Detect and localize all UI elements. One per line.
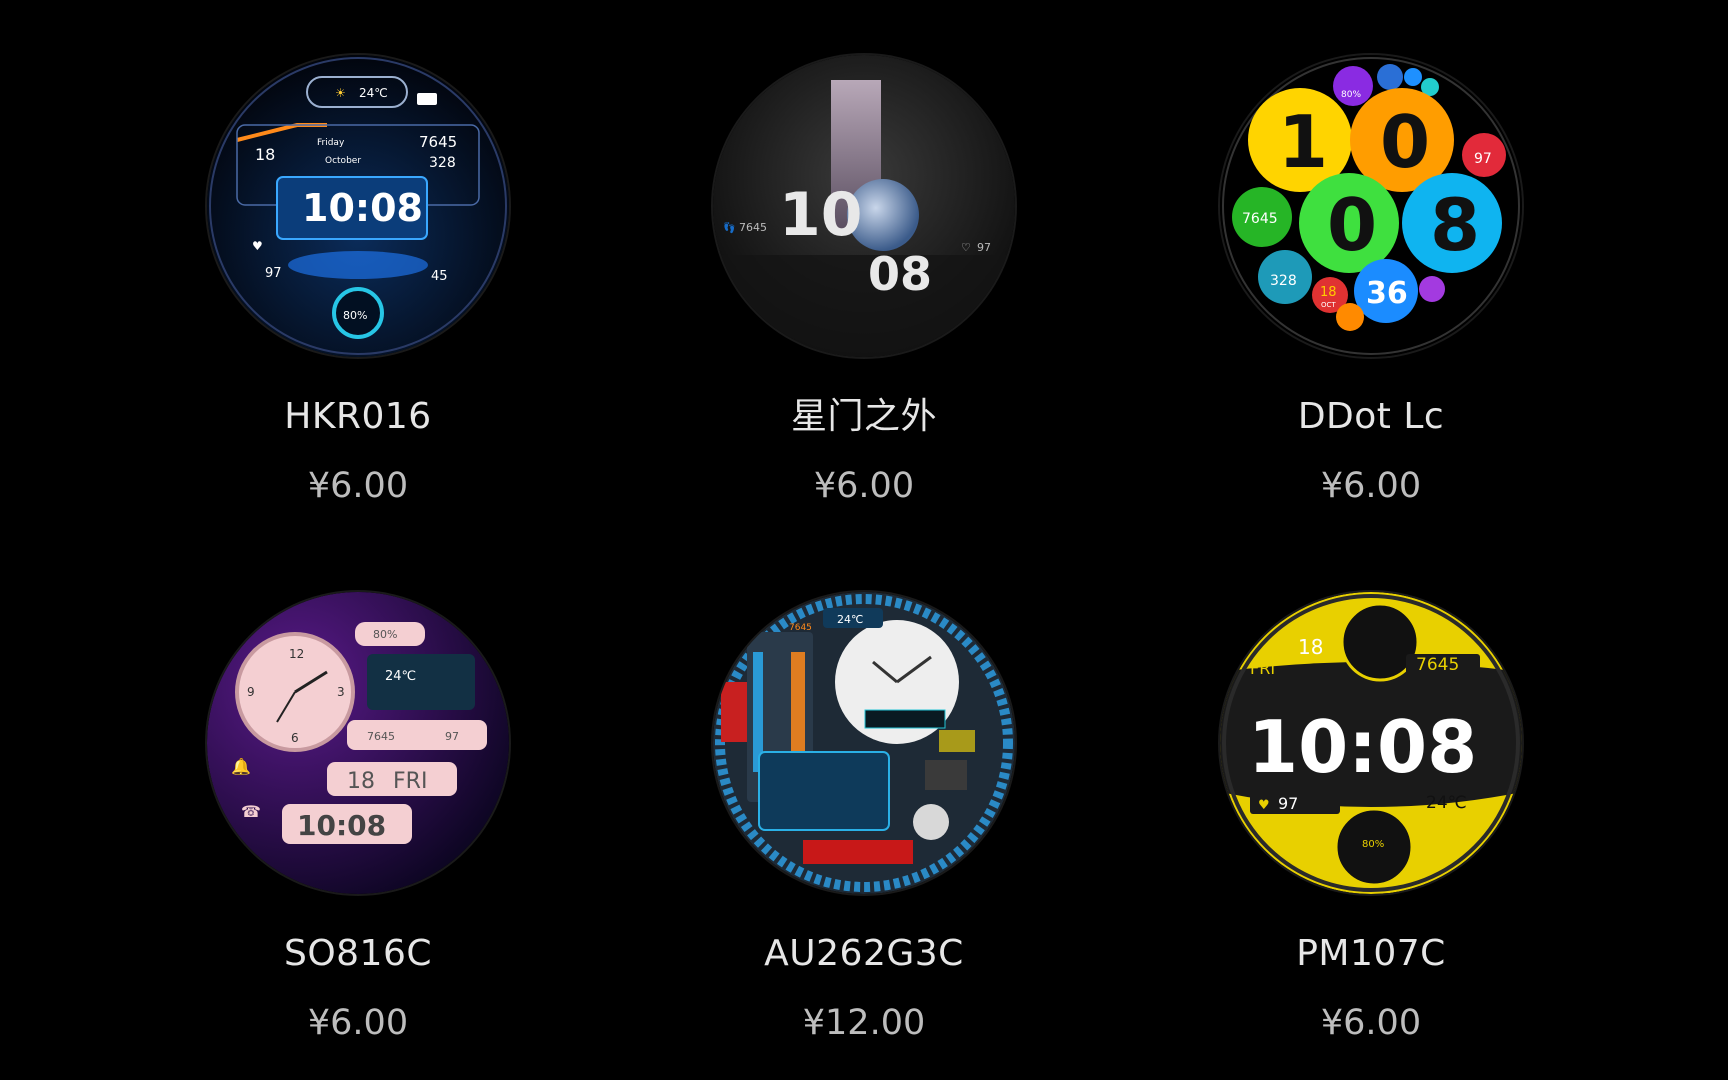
svg-text:7645: 7645	[789, 623, 812, 633]
svg-text:♥: ♥	[252, 239, 263, 253]
svg-text:97: 97	[977, 241, 991, 254]
svg-text:☎: ☎	[241, 802, 261, 821]
watchface-preview[interactable]: 10 08 👣 7645 ♡ 97	[713, 55, 1015, 357]
watchface-card-au262g3c[interactable]: 24℃ 7645 AU262G3C ¥12.00	[654, 592, 1074, 1044]
svg-text:3: 3	[337, 685, 345, 699]
svg-text:8: 8	[1430, 183, 1480, 267]
svg-text:7645: 7645	[739, 221, 767, 234]
svg-text:10:08: 10:08	[297, 809, 386, 842]
svg-text:FRI: FRI	[1250, 659, 1275, 678]
svg-text:👣: 👣	[723, 221, 735, 234]
svg-text:OCT: OCT	[1321, 301, 1336, 309]
svg-text:97: 97	[445, 730, 459, 743]
svg-text:97: 97	[265, 266, 282, 281]
watchface-price: ¥6.00	[307, 1003, 409, 1043]
watchface-image: 24℃ 7645	[713, 592, 1015, 894]
svg-text:0: 0	[1327, 183, 1377, 267]
watchface-preview[interactable]: 12 9 3 6 80% 24℃ 7645 97 18 FRI 10:08 🔔	[207, 592, 509, 894]
svg-text:80%: 80%	[1362, 839, 1384, 850]
svg-text:6: 6	[291, 731, 299, 745]
watchface-price: ¥6.00	[307, 466, 409, 506]
svg-text:♡: ♡	[961, 241, 971, 254]
svg-text:12: 12	[289, 647, 304, 661]
svg-text:08: 08	[868, 247, 932, 301]
svg-text:☀: ☀	[335, 86, 346, 100]
svg-text:24℃: 24℃	[385, 669, 416, 684]
watchface-price: ¥12.00	[802, 1003, 926, 1043]
watchface-name: HKR016	[284, 396, 432, 437]
watchface-price: ¥6.00	[1320, 1003, 1422, 1043]
svg-text:24℃: 24℃	[1426, 793, 1467, 813]
watchface-image: 80% 1 0 97 7645 0 8 328 18 OCT 36	[1220, 55, 1522, 357]
svg-text:♥: ♥	[1258, 798, 1270, 813]
watchface-price: ¥6.00	[1320, 466, 1422, 506]
watchface-name: SO816C	[283, 933, 433, 974]
watchface-card-ddot-lc[interactable]: 80% 1 0 97 7645 0 8 328 18 OCT 36 DDot L…	[1161, 55, 1581, 507]
svg-text:18: 18	[255, 145, 275, 164]
svg-text:18: 18	[347, 769, 375, 794]
svg-text:80%: 80%	[373, 628, 397, 641]
svg-text:328: 328	[429, 155, 456, 171]
watchface-name: PM107C	[1296, 933, 1446, 974]
svg-text:10:08: 10:08	[302, 186, 423, 230]
svg-text:FRI: FRI	[393, 769, 427, 794]
watchface-preview[interactable]: 24℃ 7645	[713, 592, 1015, 894]
watchface-preview[interactable]: 80% 1 0 97 7645 0 8 328 18 OCT 36	[1220, 55, 1522, 357]
svg-text:7645: 7645	[1416, 655, 1459, 675]
watchface-price: ¥6.00	[813, 466, 915, 506]
watchface-image: 80% 18 FRI 7645 10:08 ♥ 97 24℃	[1220, 592, 1522, 894]
watchface-preview[interactable]: 80% 18 FRI 7645 10:08 ♥ 97 24℃	[1220, 592, 1522, 894]
watchface-card-pm107c[interactable]: 80% 18 FRI 7645 10:08 ♥ 97 24℃ PM107C ¥6…	[1161, 592, 1581, 1044]
svg-text:80%: 80%	[343, 309, 367, 322]
svg-text:October: October	[325, 156, 361, 166]
svg-text:🔔: 🔔	[231, 757, 251, 776]
svg-text:9: 9	[247, 685, 255, 699]
svg-text:24℃: 24℃	[837, 613, 863, 626]
watchface-name: 星门之外	[790, 396, 937, 437]
svg-text:80%: 80%	[1341, 90, 1361, 100]
watchface-card-xingmen[interactable]: 10 08 👣 7645 ♡ 97 星门之外 ¥6.00	[654, 55, 1074, 507]
svg-text:97: 97	[1278, 794, 1298, 813]
svg-text:7645: 7645	[1242, 211, 1278, 227]
watchface-name: DDot Lc	[1297, 396, 1445, 437]
svg-text:328: 328	[1270, 273, 1297, 289]
watchface-name: AU262G3C	[764, 933, 964, 974]
svg-text:36: 36	[1366, 276, 1408, 311]
watchface-image: 12 9 3 6 80% 24℃ 7645 97 18 FRI 10:08 🔔	[207, 592, 509, 894]
svg-text:0: 0	[1380, 100, 1430, 184]
svg-text:Friday: Friday	[317, 138, 345, 148]
watchface-image: 10 08 👣 7645 ♡ 97	[713, 55, 1015, 357]
svg-text:97: 97	[1474, 151, 1492, 167]
svg-text:45: 45	[431, 269, 448, 284]
watchface-preview[interactable]: ☀ 24℃ 18 Friday October 7645 328 10:08 ♥…	[207, 55, 509, 357]
svg-text:18: 18	[1320, 285, 1337, 300]
watchface-grid: ☀ 24℃ 18 Friday October 7645 328 10:08 ♥…	[0, 0, 1728, 1080]
svg-text:10: 10	[779, 180, 863, 250]
watchface-card-so816c[interactable]: 12 9 3 6 80% 24℃ 7645 97 18 FRI 10:08 🔔	[148, 592, 568, 1044]
watchface-image: ☀ 24℃ 18 Friday October 7645 328 10:08 ♥…	[207, 55, 509, 357]
svg-text:10:08: 10:08	[1248, 705, 1477, 789]
svg-text:7645: 7645	[367, 730, 395, 743]
watchface-card-hkr016[interactable]: ☀ 24℃ 18 Friday October 7645 328 10:08 ♥…	[148, 55, 568, 507]
svg-text:18: 18	[1298, 635, 1323, 659]
svg-text:7645: 7645	[419, 133, 457, 151]
svg-text:24℃: 24℃	[359, 86, 388, 100]
svg-text:1: 1	[1278, 100, 1328, 184]
